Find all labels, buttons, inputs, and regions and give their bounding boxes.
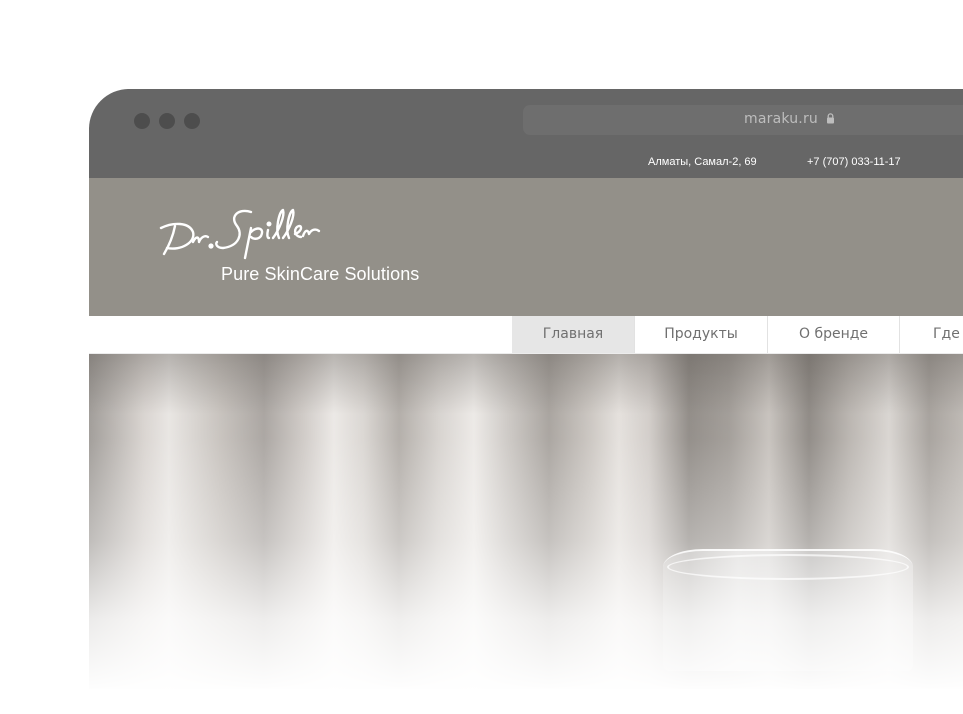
brand-logo[interactable]: Pure SkinCare Solutions [155, 202, 435, 284]
main-navigation: Главная Продукты О бренде Где к [89, 316, 963, 354]
minimize-window-dot[interactable] [159, 113, 175, 129]
phone-number[interactable]: +7 (707) 033-11-17 [807, 156, 901, 168]
lock-icon [826, 112, 835, 128]
brand-tagline: Pure SkinCare Solutions [221, 264, 420, 284]
close-window-dot[interactable] [134, 113, 150, 129]
url-label: maraku.ru [744, 111, 818, 127]
store-address: Алматы, Самал-2, 69 [648, 156, 757, 168]
url-text: maraku.ru [744, 111, 835, 128]
nav-item-where-to-buy[interactable]: Где к [900, 316, 963, 353]
logo-script-icon [159, 208, 321, 260]
browser-chrome: maraku.ru [89, 89, 963, 151]
nav-item-products[interactable]: Продукты [635, 316, 768, 353]
hero-fade-overlay [89, 354, 963, 689]
address-bar[interactable]: maraku.ru [523, 105, 963, 135]
maximize-window-dot[interactable] [184, 113, 200, 129]
contact-strip: Алматы, Самал-2, 69 +7 (707) 033-11-17 [89, 151, 963, 178]
nav-item-about-brand[interactable]: О бренде [768, 316, 900, 353]
window-controls [134, 113, 200, 129]
nav-item-home[interactable]: Главная [512, 316, 635, 353]
browser-window: maraku.ru Алматы, Самал-2, 69 +7 (707) 0… [89, 89, 963, 689]
hero-image [89, 354, 963, 689]
site-header: Pure SkinCare Solutions [89, 178, 963, 316]
